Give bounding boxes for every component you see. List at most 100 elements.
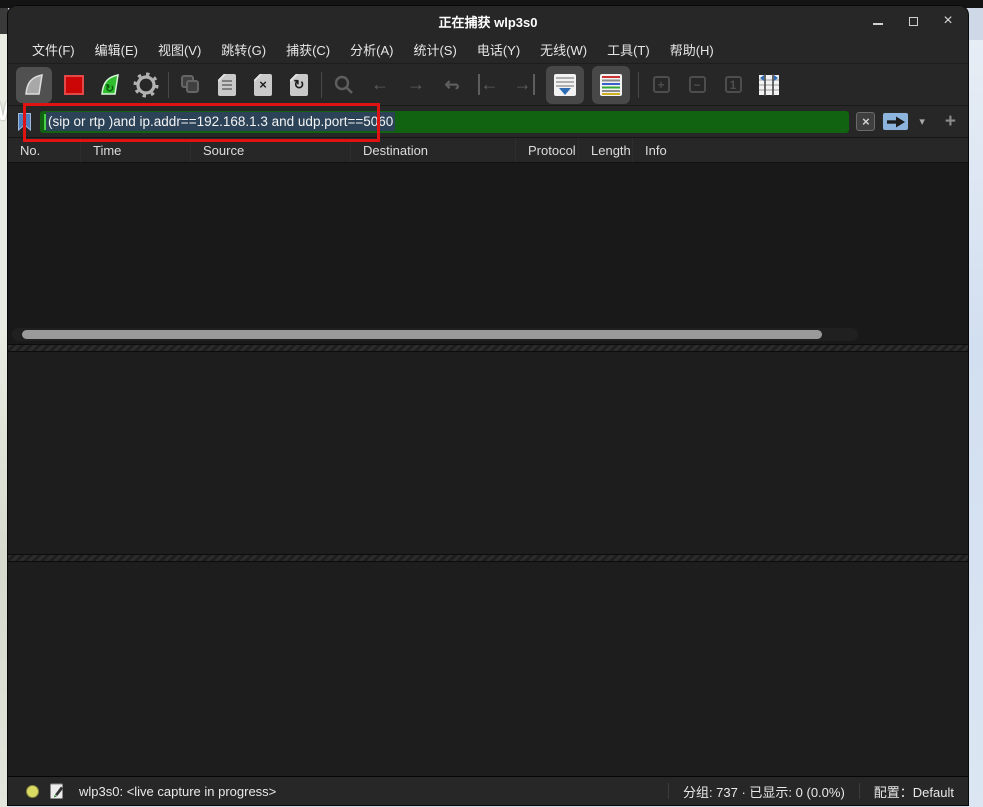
start-capture-button[interactable] [16, 67, 52, 103]
go-last-packet-button[interactable]: → [510, 71, 538, 99]
zoom-original-button[interactable]: 1 [719, 71, 747, 99]
capture-comment-icon[interactable] [49, 782, 65, 800]
stop-capture-button[interactable] [60, 71, 88, 99]
auto-scroll-icon [553, 73, 577, 97]
wireshark-window: 正在捕获 wlp3s0 × 文件(F) 编辑(E) 视图(V) 跳转(G) 捕获… [8, 6, 968, 805]
add-filter-button[interactable]: + [935, 111, 960, 133]
menu-help[interactable]: 帮助(H) [660, 37, 724, 62]
main-toolbar: ↻ × ↻ [8, 64, 968, 106]
capture-options-button[interactable] [132, 71, 160, 99]
desktop-background-right [968, 40, 983, 807]
statusbar: wlp3s0: <live capture in progress> 分组: 7… [8, 776, 968, 805]
column-header-info[interactable]: Info [633, 138, 968, 162]
reload-file-icon: ↻ [290, 74, 308, 96]
profile-section[interactable]: 配置：Default [874, 782, 954, 801]
horizontal-scrollbar-thumb[interactable] [22, 330, 822, 339]
go-back-icon: ← [371, 74, 389, 95]
expert-info-icon[interactable] [26, 785, 39, 798]
menu-file[interactable]: 文件(F) [22, 37, 85, 62]
menu-view[interactable]: 视图(V) [148, 37, 211, 62]
apply-filter-arrow-icon [886, 116, 906, 128]
save-file-icon [218, 74, 236, 96]
pane-splitter[interactable] [8, 344, 968, 352]
clear-filter-icon: × [862, 115, 870, 128]
find-packet-icon [333, 74, 355, 96]
close-icon: × [943, 13, 952, 29]
window-title: 正在捕获 wlp3s0 [8, 12, 968, 31]
apply-filter-button[interactable] [882, 112, 909, 131]
menu-go[interactable]: 跳转(G) [211, 37, 276, 62]
zoom-in-icon: + [653, 76, 670, 93]
filter-dropdown-button[interactable]: ▾ [916, 115, 928, 128]
column-header-length[interactable]: Length [579, 138, 633, 162]
desktop-background-left: W [0, 8, 8, 807]
open-file-icon [181, 75, 201, 95]
go-first-packet-button[interactable]: ← [474, 71, 502, 99]
minimize-button[interactable] [870, 13, 886, 29]
minimize-icon [873, 23, 883, 25]
menu-telephony[interactable]: 电话(Y) [467, 37, 530, 62]
restart-capture-button[interactable]: ↻ [96, 71, 124, 99]
open-file-button[interactable] [177, 71, 205, 99]
menu-capture[interactable]: 捕获(C) [276, 37, 340, 62]
save-file-button[interactable] [213, 71, 241, 99]
menu-wireless[interactable]: 无线(W) [530, 37, 597, 62]
colorize-toggle[interactable] [592, 66, 630, 104]
go-forward-button[interactable]: → [402, 71, 430, 99]
menu-edit[interactable]: 编辑(E) [85, 37, 148, 62]
maximize-icon [909, 17, 918, 26]
packet-list-pane [8, 163, 968, 344]
packet-bytes-pane [8, 562, 968, 776]
stop-capture-icon [64, 75, 84, 95]
capture-status-text: wlp3s0: <live capture in progress> [79, 784, 654, 799]
zoom-out-button[interactable]: − [683, 71, 711, 99]
window-controls: × [870, 6, 956, 36]
filter-bookmark-icon[interactable] [16, 112, 33, 132]
capture-options-gear-icon [133, 72, 159, 98]
go-to-packet-icon: ↩ [444, 74, 459, 95]
horizontal-scrollbar-track[interactable] [12, 328, 858, 341]
column-header-destination[interactable]: Destination [351, 138, 516, 162]
reload-file-button[interactable]: ↻ [285, 71, 313, 99]
resize-columns-button[interactable] [755, 71, 783, 99]
statusbar-separator [668, 783, 669, 799]
resize-columns-icon [757, 73, 781, 97]
pane-splitter[interactable] [8, 554, 968, 562]
go-first-packet-icon: ← [478, 74, 499, 95]
menu-statistics[interactable]: 统计(S) [403, 37, 466, 62]
column-header-protocol[interactable]: Protocol [516, 138, 579, 162]
find-packet-button[interactable] [330, 71, 358, 99]
maximize-button[interactable] [905, 13, 921, 29]
column-header-source[interactable]: Source [191, 138, 351, 162]
svg-text:↻: ↻ [105, 83, 114, 95]
auto-scroll-toggle[interactable] [546, 66, 584, 104]
toolbar-separator [321, 72, 322, 98]
start-capture-icon [22, 73, 46, 97]
toolbar-separator [168, 72, 169, 98]
clear-filter-button[interactable]: × [856, 112, 875, 131]
menu-tools[interactable]: 工具(T) [597, 37, 660, 62]
profile-label: 配置： [874, 785, 913, 800]
menubar: 文件(F) 编辑(E) 视图(V) 跳转(G) 捕获(C) 分析(A) 统计(S… [8, 36, 968, 64]
go-forward-icon: → [407, 74, 425, 95]
go-to-packet-button[interactable]: ↩ [438, 71, 466, 99]
filter-expression-text: (sip or rtp )and ip.addr==192.168.1.3 an… [46, 112, 395, 131]
titlebar[interactable]: 正在捕获 wlp3s0 × [8, 6, 968, 36]
go-back-button[interactable]: ← [366, 71, 394, 99]
column-header-time[interactable]: Time [81, 138, 191, 162]
filter-toolbar: (sip or rtp )and ip.addr==192.168.1.3 an… [8, 106, 968, 138]
close-button[interactable]: × [940, 13, 956, 29]
colorize-icon [599, 73, 623, 97]
desktop: W 正在捕获 wlp3s0 × 文件(F) 编辑(E) 视图(V) 跳转(G) … [0, 0, 983, 807]
display-filter-input[interactable]: (sip or rtp )and ip.addr==192.168.1.3 an… [40, 111, 849, 133]
menu-analyze[interactable]: 分析(A) [340, 37, 403, 62]
zoom-in-button[interactable]: + [647, 71, 675, 99]
packet-details-pane [8, 352, 968, 554]
packet-list-header: No. Time Source Destination Protocol Len… [8, 138, 968, 163]
column-header-no[interactable]: No. [8, 138, 81, 162]
profile-value: Default [913, 785, 954, 800]
packet-counts-text: 分组: 737 · 已显示: 0 (0.0%) [683, 782, 845, 801]
close-file-button[interactable]: × [249, 71, 277, 99]
toolbar-separator [638, 72, 639, 98]
close-file-icon: × [254, 74, 272, 96]
